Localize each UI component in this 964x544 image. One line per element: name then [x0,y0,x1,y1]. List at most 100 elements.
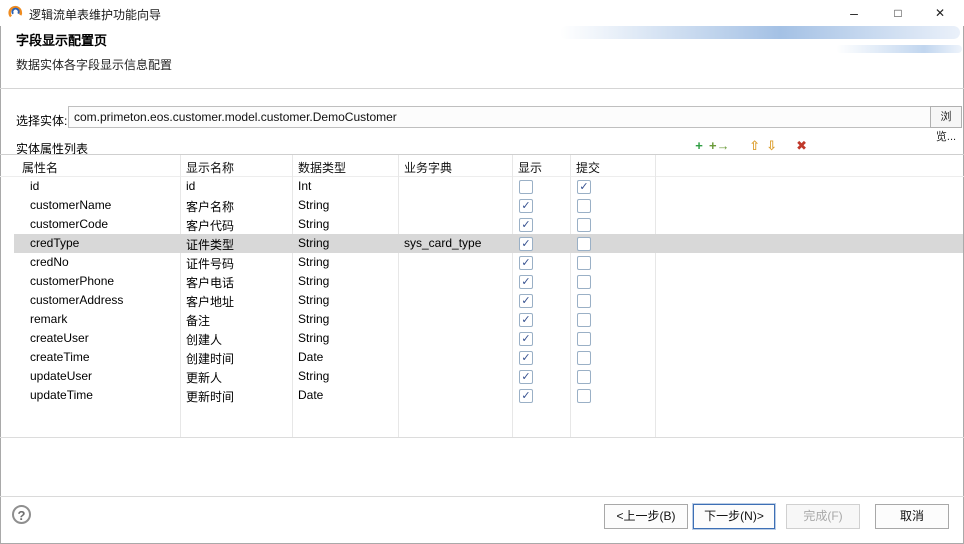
table-row[interactable]: customerPhone 客户电话 String ✓ [14,272,963,291]
table-row[interactable]: createUser 创建人 String ✓ [14,329,963,348]
move-up-icon[interactable]: ⇧ [748,138,762,154]
cell-property-name: customerAddress [30,293,123,307]
cell-property-name: customerName [30,198,111,212]
help-button[interactable]: ? [12,505,31,524]
cell-display-name: 更新时间 [186,388,234,405]
cell-property-name: credType [30,236,79,250]
cell-property-name: id [30,179,39,193]
show-checkbox[interactable]: ✓ [519,351,533,365]
header-separator [0,88,964,89]
table-row[interactable]: updateTime 更新时间 Date ✓ [14,386,963,405]
cell-display-name: 客户地址 [186,293,234,310]
move-down-icon[interactable]: ⇩ [765,138,779,154]
table-row[interactable]: customerCode 客户代码 String ✓ [14,215,963,234]
show-checkbox[interactable] [519,180,533,194]
submit-checkbox[interactable] [577,275,591,289]
cell-data-type: String [298,369,329,383]
table-bottom-border [0,437,964,438]
column-header-show: 显示 [518,159,542,176]
table-rows: ididInt✓customerName客户名称String✓customerC… [14,177,963,405]
submit-checkbox[interactable] [577,237,591,251]
submit-checkbox[interactable] [577,370,591,384]
table-row[interactable]: createTime创建时间Date✓ [14,348,963,367]
submit-checkbox[interactable] [577,332,591,346]
entity-input[interactable]: com.primeton.eos.customer.model.customer… [68,106,932,128]
table-row[interactable]: customerAddress 客户地址 String ✓ [14,291,963,310]
cell-data-type: String [298,198,329,212]
cell-display-name: 创建时间 [186,350,234,367]
cell-property-name: credNo [30,255,69,269]
show-checkbox[interactable]: ✓ [519,256,533,270]
title-bar: 逻辑流单表维护功能向导 – □ ✕ [0,0,964,26]
submit-checkbox[interactable] [577,199,591,213]
cell-data-type: String [298,331,329,345]
cell-display-name: 更新人 [186,369,222,386]
submit-checkbox[interactable] [577,351,591,365]
back-button[interactable]: <上一步(B) [604,504,688,529]
cell-data-type: Int [298,179,311,193]
window-title: 逻辑流单表维护功能向导 [29,6,161,23]
show-checkbox[interactable]: ✓ [519,237,533,251]
cell-data-type: String [298,274,329,288]
table-row[interactable]: updateUser 更新人 String ✓ [14,367,963,386]
list-toolbar: ++→ ⇧⇩ ✖ [692,137,809,155]
browse-button[interactable]: 浏览... [930,106,962,128]
cell-display-name: 创建人 [186,331,222,348]
cell-data-type: String [298,293,329,307]
submit-checkbox[interactable] [577,294,591,308]
table-row[interactable]: remark备注String✓ [14,310,963,329]
cell-display-name: 客户电话 [186,274,234,291]
cell-display-name: 客户代码 [186,217,234,234]
cell-property-name: customerCode [30,217,108,231]
show-checkbox[interactable]: ✓ [519,332,533,346]
show-checkbox[interactable]: ✓ [519,370,533,384]
show-checkbox[interactable]: ✓ [519,275,533,289]
table-row[interactable]: customerName 客户名称 String ✓ [14,196,963,215]
maximize-button[interactable]: □ [876,0,920,26]
cell-data-type: Date [298,388,323,402]
cell-display-name: id [186,179,195,193]
cell-property-name: customerPhone [30,274,114,288]
cell-property-name: createTime [30,350,90,364]
footer-separator [0,496,964,497]
table-row[interactable]: credNo证件号码String✓ [14,253,963,272]
cell-data-type: String [298,217,329,231]
cell-business-dict: sys_card_type [404,236,481,250]
submit-checkbox[interactable] [577,218,591,232]
add-icon[interactable]: + [692,138,706,154]
show-checkbox[interactable]: ✓ [519,199,533,213]
show-checkbox[interactable]: ✓ [519,313,533,327]
cell-display-name: 客户名称 [186,198,234,215]
show-checkbox[interactable]: ✓ [519,389,533,403]
column-header-name: 属性名 [22,159,58,176]
column-header-submit: 提交 [576,159,600,176]
cancel-button[interactable]: 取消 [875,504,949,529]
column-header-type: 数据类型 [298,159,346,176]
cell-property-name: remark [30,312,67,326]
show-checkbox[interactable]: ✓ [519,294,533,308]
submit-checkbox[interactable] [577,256,591,270]
cell-property-name: updateUser [30,369,92,383]
table-row[interactable]: id id Int ✓ [14,177,963,196]
submit-checkbox[interactable] [577,313,591,327]
page-subtitle: 数据实体各字段显示信息配置 [16,56,172,73]
delete-icon[interactable]: ✖ [795,138,809,154]
next-button[interactable]: 下一步(N)> [693,504,775,529]
submit-checkbox[interactable] [577,389,591,403]
minimize-button[interactable]: – [832,0,876,26]
finish-button: 完成(F) [786,504,860,529]
cell-display-name: 备注 [186,312,210,329]
table-top-border [0,154,964,155]
add-arrow-icon[interactable]: +→ [709,138,730,154]
column-header-display: 显示名称 [186,159,234,176]
cell-property-name: updateTime [30,388,93,402]
show-checkbox[interactable]: ✓ [519,218,533,232]
close-button[interactable]: ✕ [918,0,962,26]
column-header-dict: 业务字典 [404,159,452,176]
page-title: 字段显示配置页 [16,30,107,49]
table-row[interactable]: credType证件类型Stringsys_card_type✓ [14,234,963,253]
cell-data-type: String [298,255,329,269]
submit-checkbox[interactable]: ✓ [577,180,591,194]
entity-label: 选择实体: [16,112,67,129]
cell-property-name: createUser [30,331,89,345]
